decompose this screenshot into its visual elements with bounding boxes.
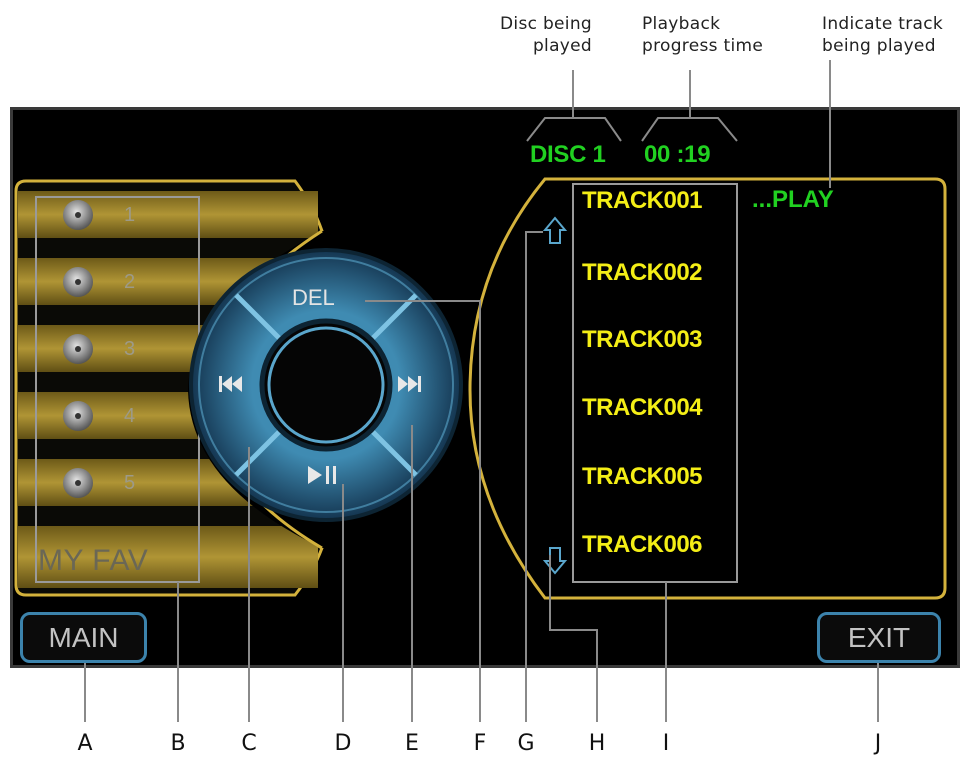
- playback-time: 00 :19: [644, 141, 711, 168]
- fav-item-5[interactable]: 5: [124, 472, 135, 495]
- label-e: E: [405, 731, 419, 756]
- fav-item-3[interactable]: 3: [124, 338, 135, 361]
- main-button[interactable]: MAIN: [20, 612, 147, 663]
- label-b: B: [170, 731, 186, 756]
- track-item[interactable]: TRACK004: [582, 394, 703, 422]
- label-h: H: [588, 731, 606, 756]
- label-a: A: [77, 731, 93, 756]
- label-c: C: [241, 731, 257, 756]
- label-j: J: [874, 731, 882, 756]
- fav-item-1[interactable]: 1: [124, 204, 135, 227]
- fav-item-4[interactable]: 4: [124, 405, 135, 428]
- track-item[interactable]: TRACK002: [582, 259, 703, 287]
- track-item[interactable]: TRACK006: [582, 531, 703, 559]
- del-button[interactable]: DEL: [292, 285, 335, 311]
- track-item[interactable]: TRACK001: [582, 187, 703, 215]
- my-fav-label[interactable]: MY FAV: [38, 544, 148, 578]
- track-panel: [468, 177, 947, 600]
- play-status: ...PLAY: [752, 186, 834, 213]
- label-d: D: [334, 731, 352, 756]
- label-f: F: [473, 731, 487, 756]
- disc-indicator: DISC 1: [530, 141, 606, 168]
- label-g: G: [517, 731, 535, 756]
- fav-item-2[interactable]: 2: [124, 271, 135, 294]
- exit-button[interactable]: EXIT: [817, 612, 941, 663]
- track-item[interactable]: TRACK003: [582, 326, 703, 354]
- track-item[interactable]: TRACK005: [582, 463, 703, 491]
- label-i: I: [662, 731, 670, 756]
